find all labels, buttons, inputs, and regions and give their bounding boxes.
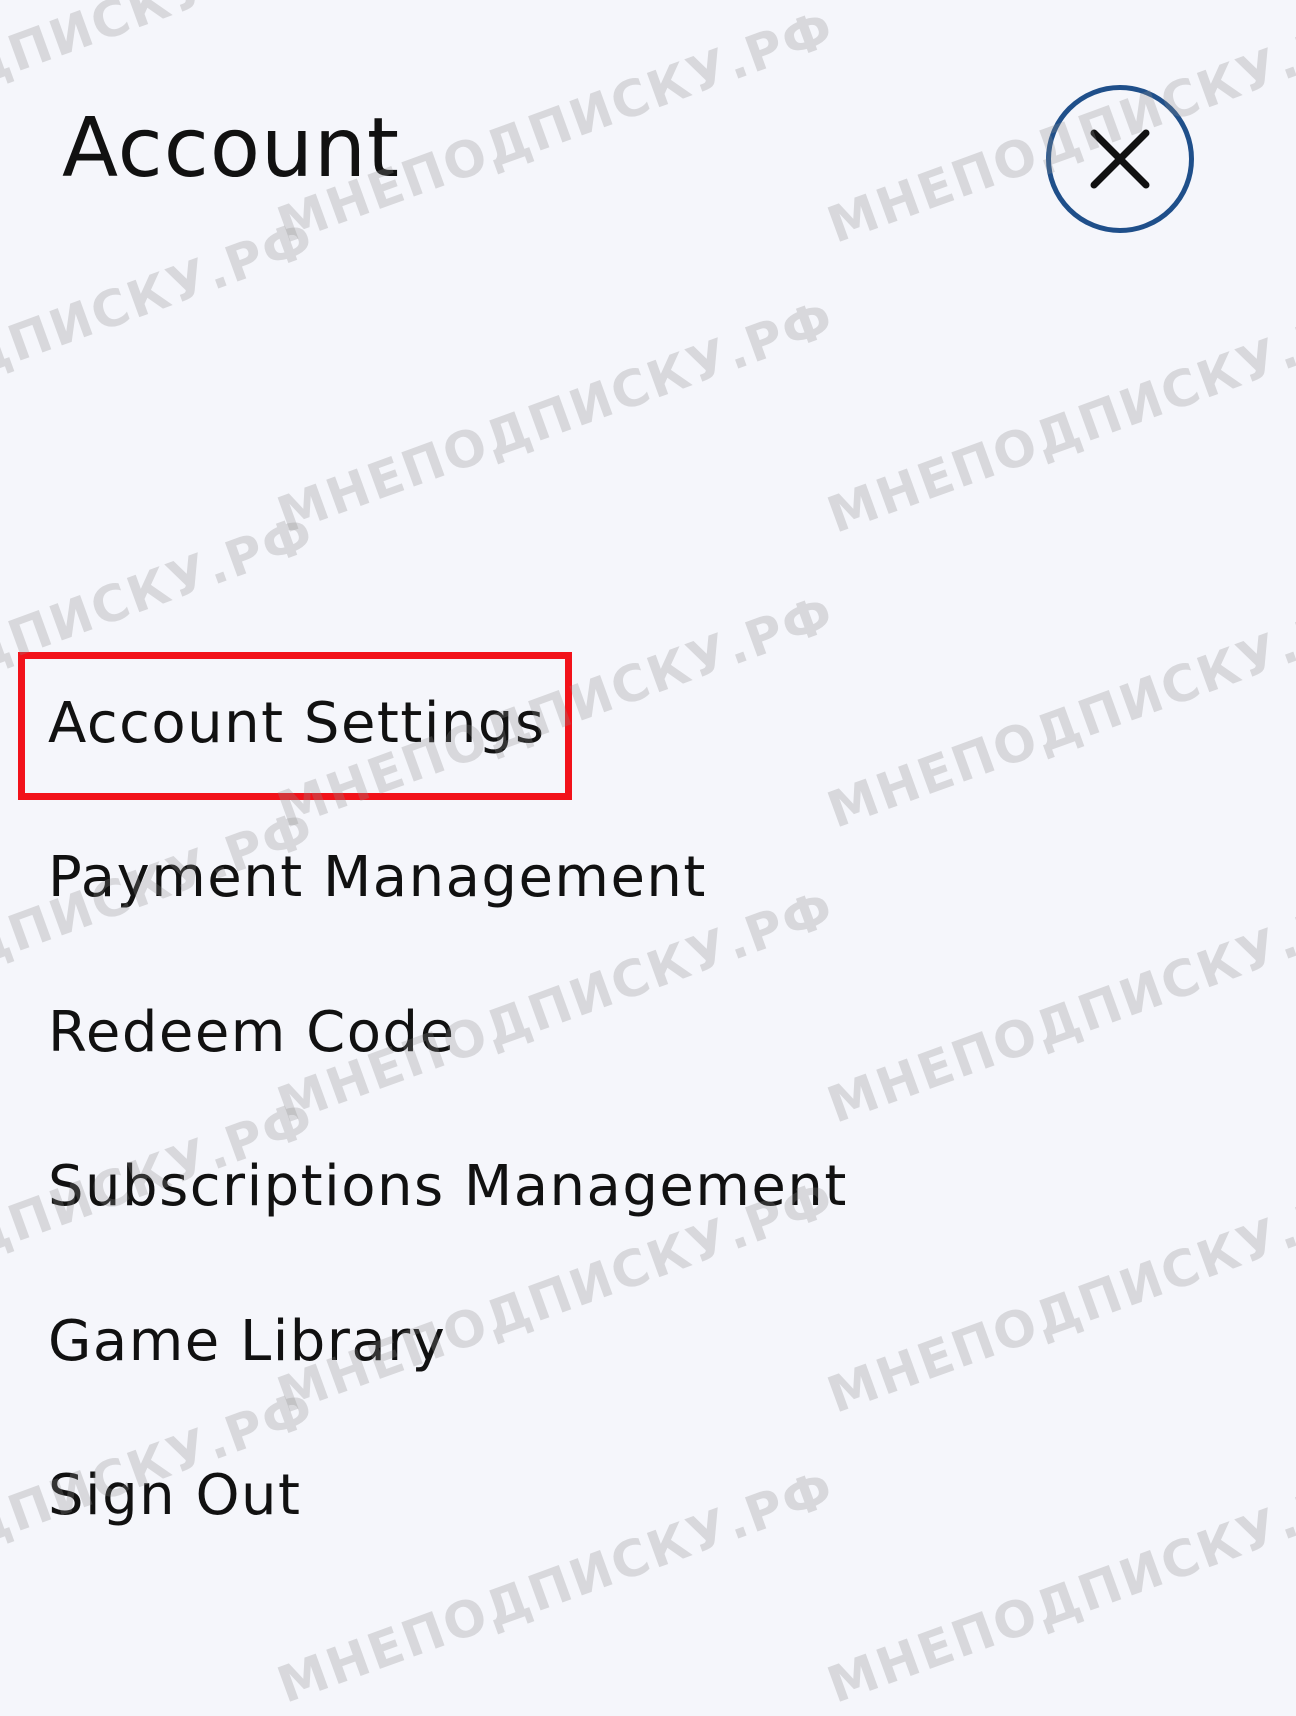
watermark-text: МНЕПОДПИСКУ.РФ <box>820 1459 1296 1715</box>
watermark-text: МНЕПОДПИСКУ.РФ <box>270 1459 843 1715</box>
highlight-annotation-box <box>18 652 572 800</box>
watermark-text: МНЕПОДПИСКУ.РФ <box>820 1169 1296 1425</box>
close-button[interactable] <box>1046 85 1194 233</box>
account-menu-panel: Account Account Settings Payment Managem… <box>0 0 1296 1716</box>
watermark-text: МНЕПОДПИСКУ.РФ <box>820 584 1296 840</box>
menu-item-payment-management[interactable]: Payment Management <box>48 850 707 906</box>
menu-item-redeem-code[interactable]: Redeem Code <box>48 1005 456 1061</box>
watermark-text: МНЕПОДПИСКУ.РФ <box>820 289 1296 545</box>
menu-item-game-library[interactable]: Game Library <box>48 1314 446 1370</box>
watermark-text: МНЕПОДПИСКУ.РФ <box>820 879 1296 1135</box>
menu-item-sign-out[interactable]: Sign Out <box>48 1468 301 1524</box>
watermark-text: МНЕПОДПИСКУ.РФ <box>0 209 323 465</box>
menu-item-subscriptions-management[interactable]: Subscriptions Management <box>48 1159 848 1215</box>
page-title: Account <box>62 101 401 196</box>
close-icon <box>1090 129 1150 189</box>
watermark-text: МНЕПОДПИСКУ.РФ <box>270 289 843 545</box>
